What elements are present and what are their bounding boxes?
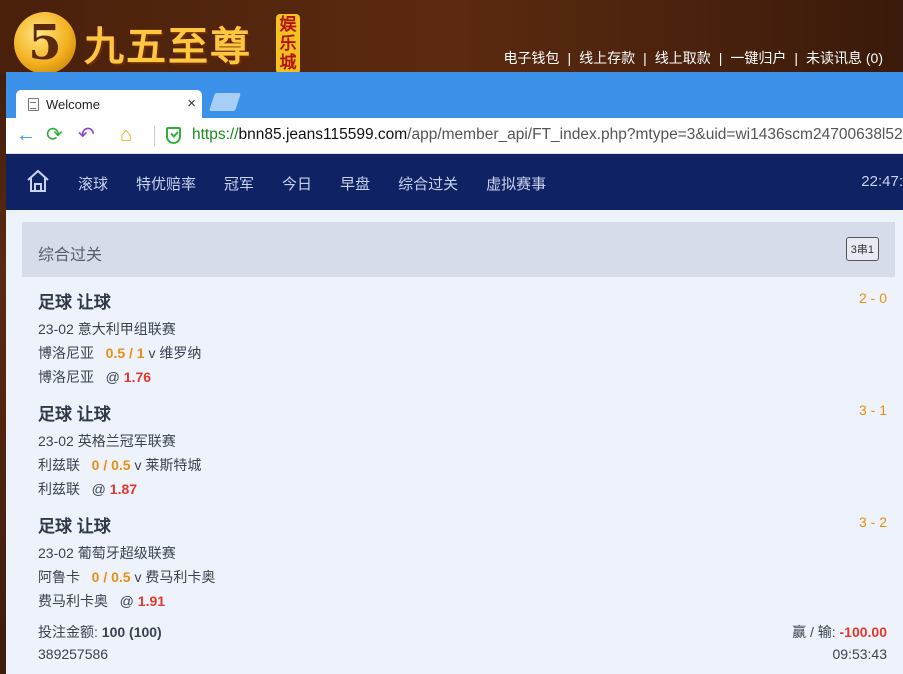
bet-leg: 足球 让球 3 - 1 23-02 英格兰冠军联赛 利兹联 0 / 0.5 v … [38,400,887,510]
parlay-type-badge: 3串1 [845,237,879,261]
nav-best-odds[interactable]: 特优赔率 [136,173,196,194]
link-consolidate[interactable]: 一键归户 [730,48,786,68]
versus: v [134,457,142,473]
away-team: 莱斯特城 [145,457,202,473]
picked-team: 博洛尼亚 [38,369,94,385]
ticket-time: 09:53:43 [832,646,888,662]
result: 赢 / 输: -100.00 [792,622,887,642]
bet-match: 博洛尼亚 0.5 / 1 v 维罗纳 [38,343,201,363]
stake-value: 100 (100) [101,624,162,640]
parlay-section-header: 综合过关 3串1 [22,222,895,277]
picked-team: 费马利卡奥 [38,593,108,609]
home-team: 博洛尼亚 [38,345,94,361]
bet-score: 2 - 0 [858,290,887,306]
new-tab-button[interactable] [209,93,241,111]
bet-history-content[interactable]: 综合过关 3串1 足球 让球 2 - 0 23-02 意大利甲组联赛 博洛尼亚 … [6,210,903,674]
stake-label: 投注金额: [38,624,98,640]
tab-title: Welcome [46,96,100,112]
home-team: 利兹联 [38,457,80,473]
bet-pick: 费马利卡奥 @ 1.91 [38,591,165,611]
bet-leg: 足球 让球 2 - 0 23-02 意大利甲组联赛 博洛尼亚 0.5 / 1 v… [38,288,887,398]
tab-close-icon[interactable]: × [187,95,196,112]
link-wallet[interactable]: 电子钱包 [503,48,559,68]
link-separator: | [794,50,798,66]
bet-type: 足球 让球 [38,517,111,536]
url-scheme: https:// [192,126,239,143]
url-input[interactable]: https://bnn85.jeans115599.com/app/member… [192,126,903,144]
casino-banner: 5 九五至尊 娱 乐 城 电子钱包 | 线上存款 | 线上取款 | 一键归户 |… [0,0,903,74]
bet-pick: 利兹联 @ 1.87 [38,479,137,499]
browser-window: Welcome × ← ⟳ ↶ ⌂ https://bnn85.jeans115… [6,72,903,674]
link-separator: | [643,50,647,66]
handicap: 0 / 0.5 [91,457,131,473]
bet-pick: 博洛尼亚 @ 1.76 [38,367,151,387]
odds-at: @ [119,593,134,609]
page-icon [28,97,39,111]
versus: v [134,569,142,585]
odds-value: 1.76 [123,369,152,385]
home-icon[interactable]: ⌂ [120,124,132,146]
url-path: /app/member_api/FT_index.php?mtype=3&uid… [407,126,903,143]
handicap: 0 / 0.5 [91,569,131,585]
bet-league: 23-02 葡萄牙超级联赛 [38,545,176,561]
bet-match: 利兹联 0 / 0.5 v 莱斯特城 [38,455,201,475]
versus: v [148,345,156,361]
ticket-row: 389257586 09:53:43 [38,646,887,662]
site-navbar: 滚球 特优赔率 冠军 今日 早盘 综合过关 虚拟赛事 22:47: [6,154,903,210]
result-value: -100.00 [839,624,887,640]
back-icon[interactable]: ← [16,124,36,146]
home-team: 阿鲁卡 [38,569,80,585]
url-host: bnn85.jeans115599.com [238,126,408,143]
away-team: 维罗纳 [159,345,202,361]
shield-icon[interactable] [166,127,181,144]
odds-at: @ [91,481,106,497]
odds-at: @ [105,369,120,385]
logo-tag-char: 城 [279,53,297,72]
casino-logo-text: 九五至尊 [84,23,252,70]
bet-type: 足球 让球 [38,405,111,424]
link-separator: | [718,50,723,66]
handicap: 0.5 / 1 [105,345,145,361]
browser-tab[interactable]: Welcome × [16,90,202,118]
bet-score: 3 - 2 [858,514,887,530]
logo-tag-char: 乐 [279,34,297,53]
link-withdraw[interactable]: 线上取款 [655,48,711,68]
site-home-icon[interactable] [26,169,50,193]
casino-logo-icon: 5 [14,12,76,74]
bet-league: 23-02 英格兰冠军联赛 [38,433,176,449]
link-separator: | [567,50,572,66]
reload-icon[interactable]: ⟳ [46,124,63,146]
odds-value: 1.87 [109,481,138,497]
casino-logo-tag: 娱 乐 城 [276,14,300,74]
nav-today[interactable]: 今日 [282,173,312,194]
nav-parlay[interactable]: 综合过关 [398,173,458,194]
logo-tag-char: 娱 [279,15,297,34]
link-deposit[interactable]: 线上存款 [579,48,635,68]
address-divider [154,126,155,146]
odds-value: 1.91 [137,593,166,609]
bet-leg: 足球 让球 3 - 2 23-02 葡萄牙超级联赛 阿鲁卡 0 / 0.5 v … [38,512,887,622]
address-bar: ← ⟳ ↶ ⌂ https://bnn85.jeans115599.com/ap… [6,118,903,154]
away-team: 费马利卡奥 [145,569,216,585]
nav-virtual[interactable]: 虚拟赛事 [486,173,546,194]
picked-team: 利兹联 [38,481,80,497]
bet-league: 23-02 意大利甲组联赛 [38,321,176,337]
bet-score: 3 - 1 [858,402,887,418]
nav-outright[interactable]: 冠军 [224,173,254,194]
link-unread-messages[interactable]: 未读讯息 (0) [806,48,883,68]
account-links: 电子钱包 | 线上存款 | 线上取款 | 一键归户 | 未读讯息 (0) [503,48,883,68]
browser-tabbar: Welcome × [6,72,903,118]
site-clock: 22:47: [861,173,903,190]
nav-early[interactable]: 早盘 [340,173,370,194]
bet-match: 阿鲁卡 0 / 0.5 v 费马利卡奥 [38,567,215,587]
nav-live[interactable]: 滚球 [78,173,108,194]
bet-type: 足球 让球 [38,293,111,312]
site-nav-items: 滚球 特优赔率 冠军 今日 早盘 综合过关 虚拟赛事 [78,173,574,194]
stake-row: 投注金额: 100 (100) 赢 / 输: -100.00 [38,622,887,642]
result-label: 赢 / 输: [792,624,836,640]
section-title: 综合过关 [38,247,103,264]
undo-icon[interactable]: ↶ [78,124,95,146]
ticket-id: 389257586 [38,646,109,662]
